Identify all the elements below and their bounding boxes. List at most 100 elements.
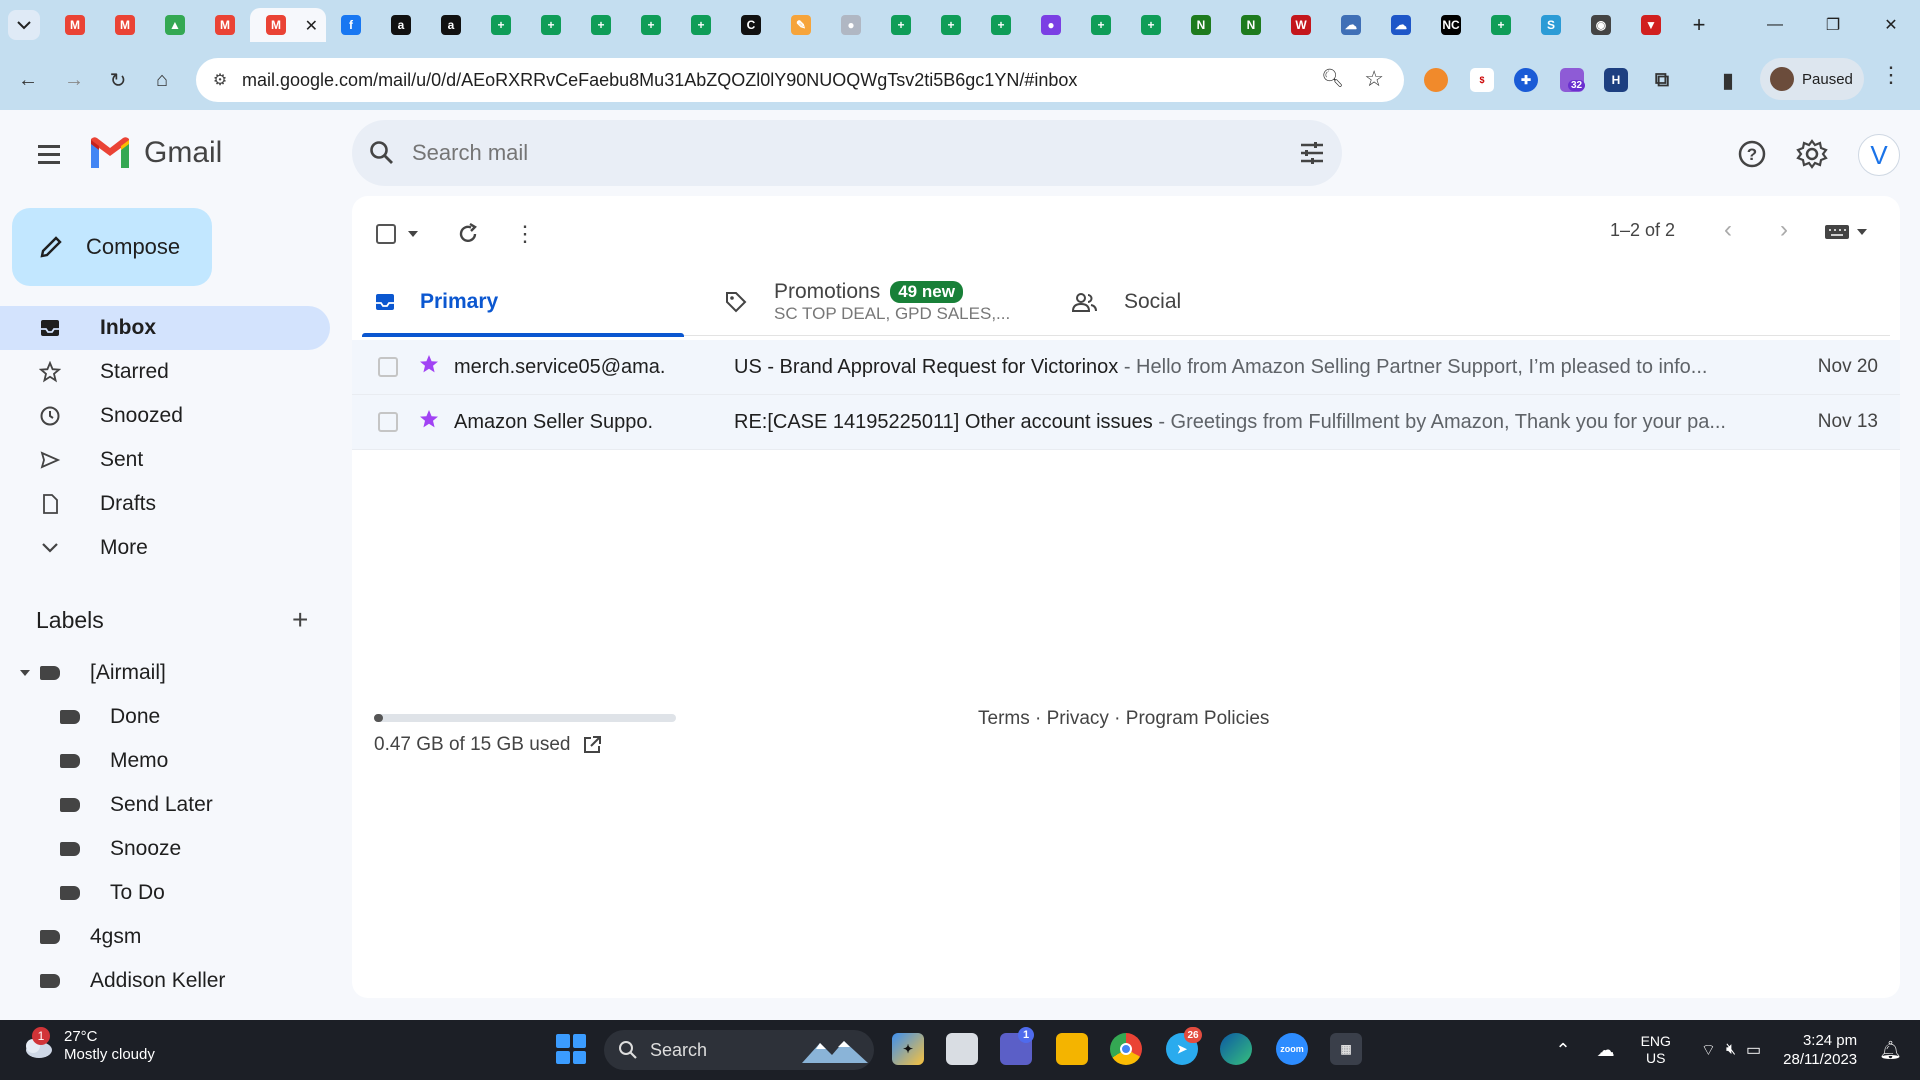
browser-tab[interactable]: +: [926, 8, 976, 42]
reload-button[interactable]: ↻: [100, 62, 136, 98]
row-checkbox[interactable]: [378, 412, 398, 432]
close-window-button[interactable]: ✕: [1862, 0, 1920, 50]
url-text[interactable]: mail.google.com/mail/u/0/d/AEoRXRRvCeFae…: [242, 70, 1077, 91]
weather-widget[interactable]: 1 27°C Mostly cloudy: [20, 1027, 155, 1064]
sidebar-item-inbox[interactable]: Inbox: [0, 306, 330, 350]
battery-icon[interactable]: ▭: [1746, 1040, 1761, 1060]
browser-tab[interactable]: ✎: [776, 8, 826, 42]
compose-button[interactable]: Compose: [12, 208, 212, 286]
label-item[interactable]: [Airmail]: [20, 653, 166, 693]
label-item[interactable]: Memo: [60, 741, 168, 781]
label-item[interactable]: Done: [60, 697, 160, 737]
older-page-icon[interactable]: ‹: [1724, 216, 1732, 244]
label-item[interactable]: To Do: [60, 873, 165, 913]
taskbar-search[interactable]: Search: [604, 1030, 874, 1070]
browser-menu-icon[interactable]: ⋮: [1880, 62, 1902, 88]
search-input[interactable]: [412, 140, 1282, 166]
extension-cheapest-icon[interactable]: $: [1470, 68, 1494, 92]
browser-tab[interactable]: +: [576, 8, 626, 42]
windows-start-icon[interactable]: [556, 1034, 586, 1064]
extensions-puzzle-icon[interactable]: ⧉: [1650, 68, 1674, 92]
more-actions-icon[interactable]: ⋮: [514, 214, 536, 254]
language-indicator[interactable]: ENG US: [1641, 1033, 1671, 1067]
main-menu-button[interactable]: [30, 138, 70, 170]
show-hidden-icons-icon[interactable]: ⌃: [1555, 1040, 1570, 1061]
sidebar-item-snoozed[interactable]: Snoozed: [0, 394, 330, 438]
browser-tab[interactable]: +: [1076, 8, 1126, 42]
browser-tab[interactable]: +: [1476, 8, 1526, 42]
sidebar-item-sent[interactable]: Sent: [0, 438, 330, 482]
refresh-icon[interactable]: [456, 214, 480, 254]
browser-tab[interactable]: +: [676, 8, 726, 42]
close-tab-icon[interactable]: ✕: [305, 16, 318, 36]
calculator-icon[interactable]: ▦: [1330, 1033, 1362, 1065]
browser-tab[interactable]: f: [326, 8, 376, 42]
browser-tab[interactable]: W: [1276, 8, 1326, 42]
browser-tab[interactable]: +: [876, 8, 926, 42]
label-item[interactable]: 4gsm: [40, 917, 141, 957]
expand-caret-icon[interactable]: [20, 670, 30, 676]
browser-tab[interactable]: +: [526, 8, 576, 42]
tab-primary[interactable]: Primary: [362, 268, 684, 337]
search-options-icon[interactable]: [1282, 141, 1342, 165]
browser-tab[interactable]: S: [1526, 8, 1576, 42]
profile-button[interactable]: Paused: [1760, 58, 1864, 100]
speaker-muted-icon[interactable]: 🔇︎: [1726, 1041, 1736, 1059]
browser-tab[interactable]: ▼: [1626, 8, 1676, 42]
browser-tab[interactable]: N: [1176, 8, 1226, 42]
browser-tab[interactable]: ☁: [1376, 8, 1426, 42]
row-checkbox[interactable]: [378, 357, 398, 377]
footer-links[interactable]: Terms · Privacy · Program Policies: [978, 708, 1269, 730]
settings-gear-icon[interactable]: [1792, 134, 1832, 174]
extension-crosshair-icon[interactable]: ✚: [1514, 68, 1538, 92]
browser-tab[interactable]: +: [976, 8, 1026, 42]
browser-tab[interactable]: C: [726, 8, 776, 42]
search-icon[interactable]: [352, 140, 412, 166]
email-row[interactable]: Amazon Seller Suppo. RE:[CASE 14195225011…: [352, 395, 1900, 450]
tab-social[interactable]: Social: [1072, 268, 1392, 336]
file-explorer-icon[interactable]: [1056, 1033, 1088, 1065]
copilot-icon[interactable]: ✦: [892, 1033, 924, 1065]
sidebar-item-starred[interactable]: Starred: [0, 350, 330, 394]
browser-tab[interactable]: N: [1226, 8, 1276, 42]
browser-tab[interactable]: a: [426, 8, 476, 42]
zoom-icon[interactable]: zoom: [1276, 1033, 1308, 1065]
home-button[interactable]: ⌂: [144, 62, 180, 98]
browser-tab[interactable]: NC: [1426, 8, 1476, 42]
wifi-icon[interactable]: ⌔: [1701, 1040, 1716, 1060]
search-bar[interactable]: [352, 120, 1342, 186]
onedrive-cloud-icon[interactable]: ☁: [1597, 1040, 1615, 1061]
tab-search-dropdown[interactable]: [8, 10, 40, 40]
bookmark-star-icon[interactable]: ☆: [1364, 66, 1384, 92]
browser-tab[interactable]: ●: [1026, 8, 1076, 42]
extension-folder-icon[interactable]: 32: [1560, 68, 1586, 92]
teams-icon[interactable]: 1: [1000, 1027, 1034, 1065]
telegram-icon[interactable]: ➤ 26: [1166, 1027, 1202, 1065]
extension-firefox-like-icon[interactable]: [1424, 68, 1448, 92]
browser-tab[interactable]: a: [376, 8, 426, 42]
browser-tab[interactable]: M: [200, 8, 250, 42]
important-star-icon[interactable]: [418, 408, 442, 436]
browser-tab[interactable]: M ✕: [250, 8, 326, 42]
browser-tab[interactable]: +: [1126, 8, 1176, 42]
back-button[interactable]: ←: [10, 62, 46, 98]
edge-icon[interactable]: [1220, 1033, 1252, 1065]
select-all-checkbox[interactable]: [376, 214, 420, 254]
browser-tab[interactable]: ◉: [1576, 8, 1626, 42]
email-row[interactable]: merch.service05@ama. US - Brand Approval …: [352, 340, 1900, 395]
site-info-icon[interactable]: ⚙: [200, 60, 240, 100]
browser-tab[interactable]: M: [100, 8, 150, 42]
open-external-icon[interactable]: [582, 735, 602, 755]
tab-promotions[interactable]: Promotions 49 new SC TOP DEAL, GPD SALES…: [724, 268, 1044, 336]
browser-tab[interactable]: +: [626, 8, 676, 42]
address-bar[interactable]: ⚙ mail.google.com/mail/u/0/d/AEoRXRRvCeF…: [196, 58, 1404, 102]
label-item[interactable]: Addison Keller: [40, 961, 225, 1001]
new-tab-button[interactable]: +: [1682, 8, 1716, 42]
side-panel-icon[interactable]: ▮: [1716, 68, 1740, 92]
important-star-icon[interactable]: [418, 353, 442, 381]
label-item[interactable]: Snooze: [60, 829, 181, 869]
label-item[interactable]: Send Later: [60, 785, 213, 825]
gmail-logo[interactable]: Gmail: [88, 136, 222, 170]
zoom-icon[interactable]: 🔍︎: [1321, 68, 1344, 89]
extension-helium-icon[interactable]: H: [1604, 68, 1628, 92]
